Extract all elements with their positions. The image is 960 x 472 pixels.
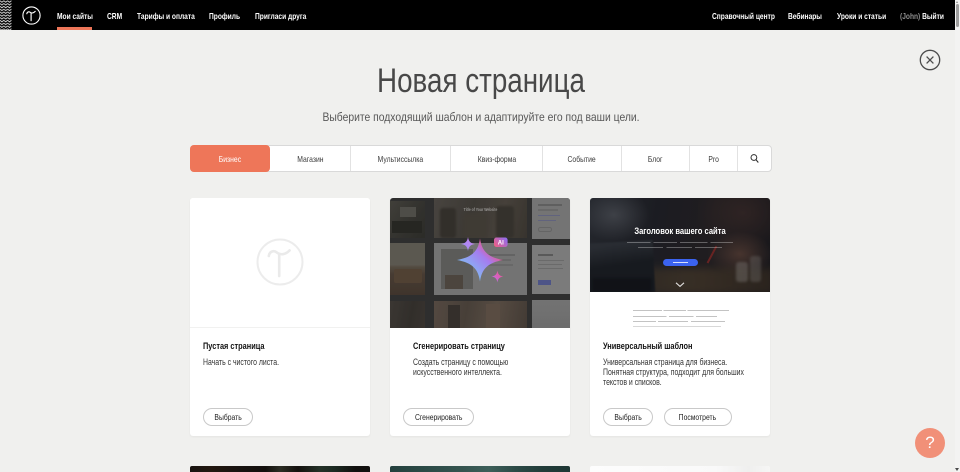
svg-text:AI: AI [498,241,504,247]
